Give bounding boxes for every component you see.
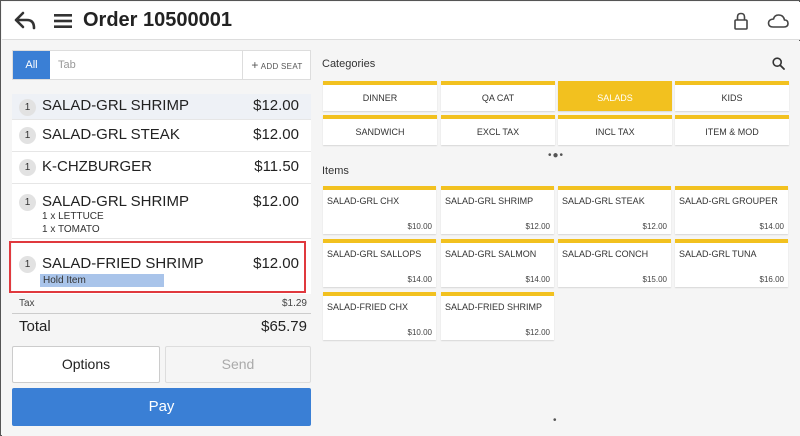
tab-input[interactable] <box>58 51 238 79</box>
item-tile-name: SALAD-GRL CONCH <box>562 249 649 259</box>
options-button[interactable]: Options <box>12 346 160 383</box>
item-tile[interactable]: SALAD-GRL CHX $10.00 <box>323 186 436 234</box>
total-label: Total <box>19 318 51 335</box>
cloud-icon[interactable] <box>767 13 789 29</box>
order-item-price: $12.00 <box>253 193 299 210</box>
send-button[interactable]: Send <box>165 346 311 383</box>
item-tile-price: $10.00 <box>407 222 432 231</box>
order-item-name: K-CHZBURGER <box>42 158 153 175</box>
hamburger-menu-icon[interactable] <box>54 13 72 29</box>
item-tile-name: SALAD-FRIED SHRIMP <box>445 302 543 312</box>
item-tile-name: SALAD-GRL CHX <box>327 196 400 206</box>
item-tile-price: $14.00 <box>407 275 432 284</box>
add-seat-button[interactable]: + ADD SEAT <box>242 51 311 79</box>
tax-label: Tax <box>19 298 35 309</box>
total-value: $65.79 <box>261 318 307 335</box>
modifier-line: 1 x LETTUCE <box>42 211 104 222</box>
category-kids[interactable]: KIDS <box>675 81 789 111</box>
category-sandwich[interactable]: SANDWICH <box>323 115 437 145</box>
item-tile-price: $16.00 <box>759 275 784 284</box>
category-page-indicator[interactable]: •●• <box>548 150 564 161</box>
items-page-indicator[interactable]: • <box>553 415 558 426</box>
item-tile-price: $12.00 <box>642 222 667 231</box>
app-window: Order 10500001 All +ADD SEAT 1 SALAD-GRL… <box>0 0 800 436</box>
qty-badge: 1 <box>19 127 36 144</box>
order-item-name: SALAD-GRL SHRIMP <box>42 193 189 210</box>
item-tile[interactable]: SALAD-FRIED CHX $10.00 <box>323 292 436 340</box>
category-salads[interactable]: SALADS <box>558 81 672 111</box>
pay-button[interactable]: Pay <box>12 388 311 426</box>
item-tile-name: SALAD-GRL TUNA <box>679 249 757 259</box>
item-tile-name: SALAD-GRL SHRIMP <box>445 196 534 206</box>
item-tile-price: $15.00 <box>642 275 667 284</box>
item-tile-name: SALAD-GRL SALLOPS <box>327 249 422 259</box>
order-item-row[interactable]: 1 SALAD-GRL STEAK $12.00 <box>12 120 311 152</box>
order-item-price: $11.50 <box>254 158 299 175</box>
item-tile-name: SALAD-GRL STEAK <box>562 196 645 206</box>
category-incl-tax[interactable]: INCL TAX <box>558 115 672 145</box>
item-tile-name: SALAD-GRL SALMON <box>445 249 537 259</box>
order-item-row[interactable]: 1 K-CHZBURGER $11.50 <box>12 152 311 184</box>
item-tile[interactable]: SALAD-GRL TUNA $16.00 <box>675 239 788 287</box>
items-heading: Items <box>322 165 349 177</box>
lock-icon[interactable] <box>734 12 748 30</box>
item-tile-price: $12.00 <box>525 328 550 337</box>
order-item-price: $12.00 <box>253 97 299 114</box>
back-arrow-icon[interactable] <box>14 11 36 31</box>
selected-item-highlight <box>9 241 306 293</box>
category-dinner[interactable]: DINNER <box>323 81 437 111</box>
qty-badge: 1 <box>19 159 36 176</box>
category-excl-tax[interactable]: EXCL TAX <box>441 115 555 145</box>
tab-all[interactable]: All <box>13 51 50 79</box>
categories-heading: Categories <box>322 58 376 70</box>
add-seat-label: ADD SEAT <box>260 62 303 71</box>
plus-icon: + <box>251 58 259 72</box>
header-bar: Order 10500001 <box>2 2 800 40</box>
qty-badge: 1 <box>19 194 36 211</box>
tax-value: $1.29 <box>281 298 307 309</box>
item-tile-name: SALAD-FRIED CHX <box>327 302 409 312</box>
item-tile-price: $10.00 <box>407 328 432 337</box>
category-qa-cat[interactable]: QA CAT <box>441 81 555 111</box>
order-item-row[interactable]: 1 SALAD-GRL SHRIMP $12.00 <box>12 94 311 120</box>
search-icon[interactable] <box>772 57 785 70</box>
item-tile-name: SALAD-GRL GROUPER <box>679 196 778 206</box>
item-tile[interactable]: SALAD-FRIED SHRIMP $12.00 <box>441 292 554 340</box>
order-item-name: SALAD-GRL STEAK <box>42 126 180 143</box>
total-row: Total $65.79 <box>12 316 311 338</box>
item-tile[interactable]: SALAD-GRL SALMON $14.00 <box>441 239 554 287</box>
item-tile-price: $14.00 <box>759 222 784 231</box>
item-tile[interactable]: SALAD-GRL SALLOPS $14.00 <box>323 239 436 287</box>
modifier-line: 1 x TOMATO <box>42 224 100 235</box>
order-item-row[interactable]: 1 SALAD-GRL SHRIMP $12.00 1 x LETTUCE 1 … <box>12 184 311 239</box>
item-tile[interactable]: SALAD-GRL CONCH $15.00 <box>558 239 671 287</box>
order-item-name: SALAD-GRL SHRIMP <box>42 97 189 114</box>
tax-row: Tax $1.29 <box>12 298 311 314</box>
item-tile[interactable]: SALAD-GRL GROUPER $14.00 <box>675 186 788 234</box>
order-panel: All +ADD SEAT 1 SALAD-GRL SHRIMP $12.00 … <box>2 41 317 436</box>
item-tile-price: $14.00 <box>525 275 550 284</box>
qty-badge: 1 <box>19 99 36 116</box>
item-tile-price: $12.00 <box>525 222 550 231</box>
tab-bar: All +ADD SEAT <box>12 50 311 80</box>
order-title: Order 10500001 <box>83 9 233 31</box>
item-tile[interactable]: SALAD-GRL STEAK $12.00 <box>558 186 671 234</box>
category-item-mod[interactable]: ITEM & MOD <box>675 115 789 145</box>
item-tile[interactable]: SALAD-GRL SHRIMP $12.00 <box>441 186 554 234</box>
order-item-price: $12.00 <box>253 126 299 143</box>
menu-panel: Categories DINNER QA CAT SALADS KIDS SAN… <box>317 41 800 436</box>
